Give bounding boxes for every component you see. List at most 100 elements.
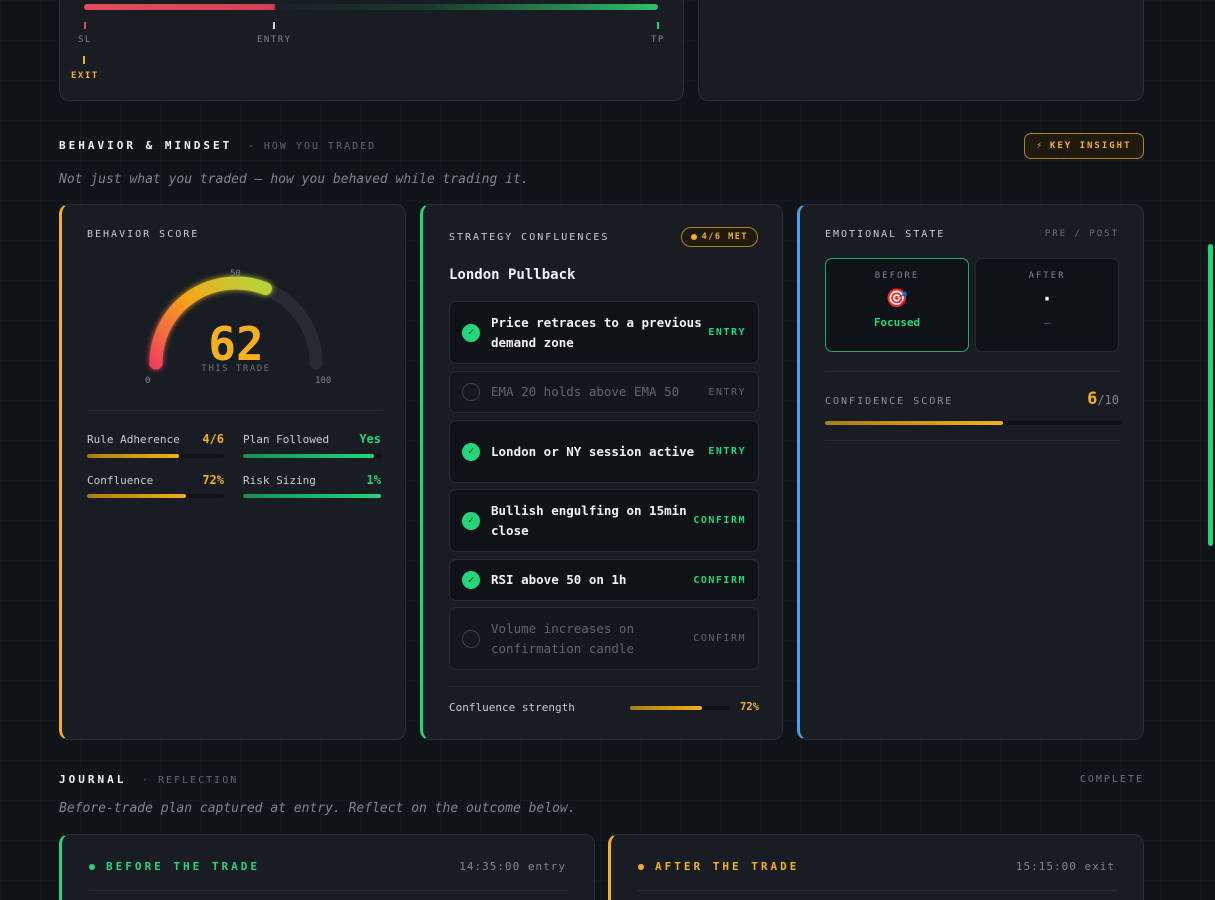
confluence-tag: ENTRY <box>708 327 746 338</box>
journal-before-card: BEFORE THE TRADE 14:35:00 entry <box>59 834 595 900</box>
gauge-max-label: 100 <box>315 376 332 386</box>
stat-confluence-bar <box>87 494 224 498</box>
journal-note: Before-trade plan captured at entry. Ref… <box>59 801 576 816</box>
behavior-score-card: BEHAVIOR SCORE 50 0 100 62 THIS TRADE Ru… <box>59 204 406 740</box>
exit-tick <box>83 56 85 64</box>
confluence-text: Volume increases on confirmation candle <box>491 621 634 656</box>
confluences-title: STRATEGY CONFLUENCES <box>449 232 610 243</box>
amber-dot-icon <box>638 863 644 870</box>
gauge-min-label: 0 <box>145 376 151 386</box>
check-icon: ✓ <box>462 571 480 589</box>
divider <box>89 890 569 891</box>
confluence-text: Bullish engulfing on 15min close <box>491 503 687 538</box>
behavior-subtitle: · HOW YOU TRADED <box>247 141 377 152</box>
emotional-state-card: EMOTIONAL STATE PRE / POST BEFORE 🎯 Focu… <box>797 204 1144 740</box>
journal-after-header: AFTER THE TRADE <box>638 860 799 873</box>
price-range-bar <box>84 4 658 10</box>
divider <box>825 440 1121 441</box>
entry-label: ENTRY <box>257 35 292 45</box>
confidence-score-bar <box>825 421 1121 425</box>
emotion-after-glyph: · <box>1040 287 1054 311</box>
gauge-mid-label: 50 <box>230 269 241 279</box>
check-icon <box>462 383 480 401</box>
behavior-section-title: BEHAVIOR & MINDSET · HOW YOU TRADED <box>59 139 376 152</box>
confidence-score-value: 6/10 <box>1087 389 1119 409</box>
behavior-note: Not just what you traded — how you behav… <box>59 172 529 187</box>
emotion-before-label: BEFORE <box>874 271 920 281</box>
behavior-score-value: 62 <box>208 317 264 371</box>
stat-risk-sizing-fill <box>243 494 381 498</box>
emotion-before-value: Focused <box>873 316 921 329</box>
stat-rule-adherence-fill <box>87 454 179 458</box>
journal-status: COMPLETE <box>1079 774 1144 785</box>
target-icon: 🎯 <box>885 288 909 309</box>
tp-tick <box>657 22 659 29</box>
confluence-strength-value: 72% <box>740 701 759 713</box>
confidence-score-max: /10 <box>1097 393 1119 407</box>
strategy-confluences-card: STRATEGY CONFLUENCES 4/6 MET London Pull… <box>420 204 783 740</box>
journal-after-card: AFTER THE TRADE 15:15:00 exit <box>608 834 1144 900</box>
stat-confluence-value: 72% <box>202 473 224 487</box>
sl-tick <box>84 22 86 29</box>
behavior-score-title: BEHAVIOR SCORE <box>87 229 200 240</box>
stat-risk-sizing-bar <box>243 494 381 498</box>
divider <box>87 410 383 411</box>
confluence-item[interactable]: Volume increases on confirmation candle … <box>449 607 759 670</box>
emotional-state-title: EMOTIONAL STATE <box>825 229 946 240</box>
stat-plan-followed-value: Yes <box>359 432 381 446</box>
behavior-score-caption: THIS TRADE <box>201 364 271 374</box>
journal-before-title: BEFORE THE TRADE <box>106 860 260 873</box>
divider <box>449 686 759 687</box>
confidence-score-label: CONFIDENCE SCORE <box>825 396 954 407</box>
stat-rule-adherence-value: 4/6 <box>202 432 224 446</box>
key-insight-button[interactable]: ⚡ KEY INSIGHT <box>1024 133 1144 159</box>
confidence-score-fill <box>825 421 1003 425</box>
stat-confluence-fill <box>87 494 186 498</box>
stat-risk-sizing-value: 1% <box>366 473 381 487</box>
met-dot-icon <box>690 234 697 240</box>
sl-label: SL <box>78 35 92 45</box>
stat-plan-followed-bar <box>243 454 381 458</box>
entry-tick <box>273 22 275 29</box>
journal-after-title: AFTER THE TRADE <box>655 860 800 873</box>
confluence-text: RSI above 50 on 1h <box>491 572 627 588</box>
confluence-tag: CONFIRM <box>693 515 746 526</box>
confluence-tag: ENTRY <box>708 446 746 457</box>
confluence-text: EMA 20 holds above EMA 50 <box>491 384 680 400</box>
divider <box>825 371 1121 372</box>
journal-after-time: 15:15:00 exit <box>1015 860 1115 873</box>
journal-section-title: JOURNAL · REFLECTION <box>59 773 238 786</box>
lightning-icon: ⚡ <box>1036 141 1044 151</box>
emotional-state-subtitle: PRE / POST <box>1044 229 1119 239</box>
behavior-title-text: BEHAVIOR & MINDSET <box>59 139 233 152</box>
confluence-item[interactable]: ✓ Bullish engulfing on 15min close CONFI… <box>449 489 759 552</box>
emotion-after-box[interactable]: AFTER · — <box>975 258 1119 352</box>
confluence-item[interactable]: EMA 20 holds above EMA 50 ENTRY <box>449 371 759 413</box>
green-dot-icon <box>89 863 95 870</box>
confluence-item[interactable]: ✓ RSI above 50 on 1h CONFIRM <box>449 559 759 601</box>
tp-label: TP <box>651 35 665 45</box>
met-badge: 4/6 MET <box>680 227 758 247</box>
emotion-after-value: — <box>1043 316 1051 329</box>
confluence-strength-fill <box>630 706 702 710</box>
confluence-tag: CONFIRM <box>693 633 746 644</box>
divider <box>638 890 1118 891</box>
confluence-text: London or NY session active <box>491 443 695 459</box>
emotion-before-box[interactable]: BEFORE 🎯 Focused <box>825 258 969 352</box>
confluence-text: Price retraces to a previous demand zone <box>491 315 702 350</box>
journal-subtitle: · REFLECTION <box>141 775 239 786</box>
confluence-strength-bar <box>630 706 730 710</box>
confluence-item[interactable]: ✓ Price retraces to a previous demand zo… <box>449 301 759 364</box>
emotion-after-label: AFTER <box>1028 271 1066 281</box>
stat-confluence-label: Confluence <box>87 474 154 487</box>
stat-rule-adherence-label: Rule Adherence <box>87 433 180 446</box>
stat-plan-followed-label: Plan Followed <box>243 433 330 446</box>
confidence-score-number: 6 <box>1087 389 1098 409</box>
check-icon: ✓ <box>462 323 480 342</box>
met-badge-text: 4/6 MET <box>701 232 748 242</box>
exit-label: EXIT <box>71 71 99 81</box>
scrollbar-thumb[interactable] <box>1208 244 1213 546</box>
confluence-strength-label: Confluence strength <box>449 701 575 714</box>
confluence-tag: CONFIRM <box>693 574 746 586</box>
confluence-item[interactable]: ✓ London or NY session active ENTRY <box>449 420 759 483</box>
